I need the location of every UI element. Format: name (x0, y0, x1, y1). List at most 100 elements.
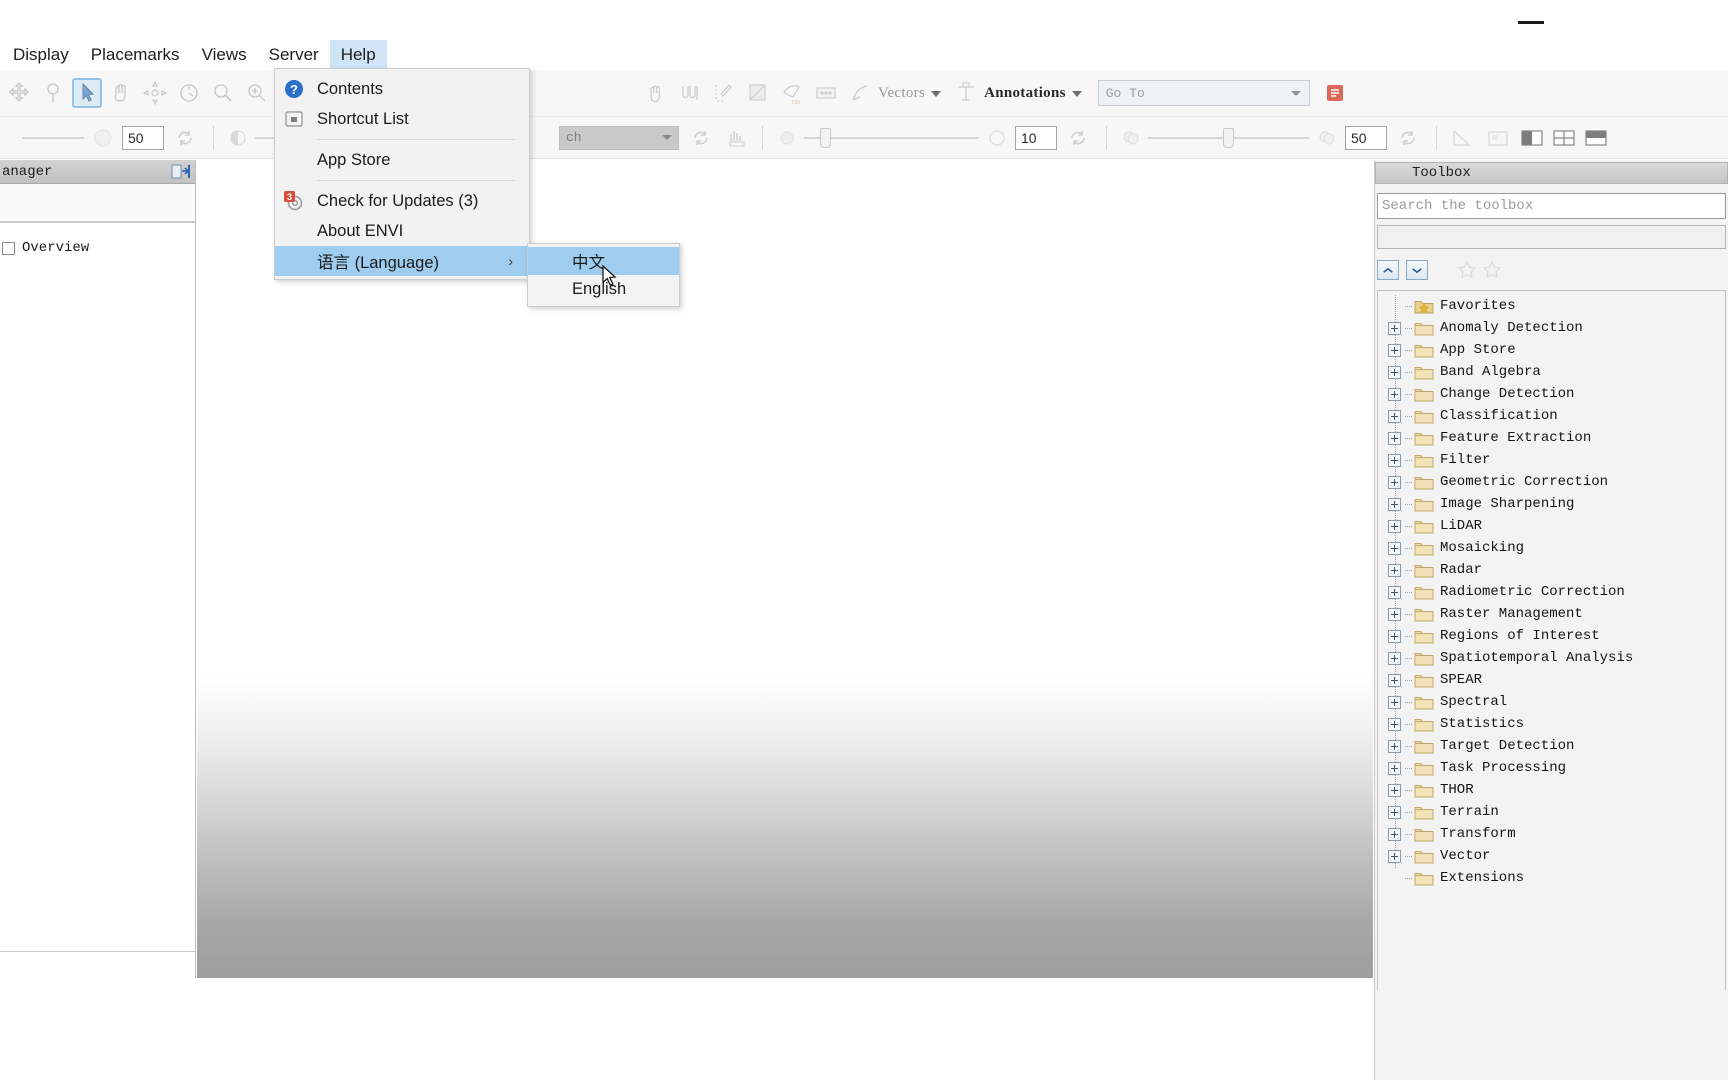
expand-plus-icon[interactable] (1388, 629, 1401, 643)
split-view-grid-icon[interactable] (1551, 125, 1577, 151)
expand-plus-icon[interactable] (1388, 673, 1401, 687)
toolbox-item-change-detection[interactable]: Change Detection (1378, 383, 1725, 405)
menu-views[interactable]: Views (191, 40, 258, 70)
stretch-type-combobox[interactable]: ch (559, 125, 679, 150)
expand-plus-icon[interactable] (1388, 519, 1401, 533)
reset-sharpen-icon[interactable] (1065, 125, 1091, 151)
expand-plus-icon[interactable] (1388, 585, 1401, 599)
expand-plus-icon[interactable] (1388, 365, 1401, 379)
toolbox-item-geometric-correction[interactable]: Geometric Correction (1378, 471, 1725, 493)
reset-transparency-icon[interactable] (172, 125, 198, 151)
crop-hand-icon[interactable] (643, 80, 669, 106)
sharpen-slider-track-right[interactable] (831, 136, 979, 139)
expand-plus-icon[interactable] (1388, 739, 1401, 753)
menu-item-app-store[interactable]: App Store (275, 145, 529, 175)
hand-pan-icon[interactable] (108, 80, 134, 106)
expand-plus-icon[interactable] (1388, 783, 1401, 797)
toolbox-filter-bar[interactable] (1377, 225, 1726, 249)
spectral-profile-icon[interactable] (677, 80, 703, 106)
expand-plus-icon[interactable] (1388, 717, 1401, 731)
layer-node-overview[interactable]: Overview (0, 237, 195, 259)
menu-item-check-for-updates[interactable]: 3 Check for Updates (3) (275, 186, 529, 216)
collapse-all-button[interactable] (1377, 260, 1399, 280)
toolbox-item-terrain[interactable]: Terrain (1378, 801, 1725, 823)
toolbox-item-spatiotemporal-analysis[interactable]: Spatiotemporal Analysis (1378, 647, 1725, 669)
toolbox-item-feature-extraction[interactable]: Feature Extraction (1378, 427, 1725, 449)
expand-plus-icon[interactable] (1388, 563, 1401, 577)
toolbox-item-favorites[interactable]: Favorites (1378, 295, 1725, 317)
expand-plus-icon[interactable] (1388, 849, 1401, 863)
blur-icon[interactable] (1118, 125, 1144, 151)
transparency-slider-track[interactable] (22, 136, 84, 139)
transparency-value-field[interactable]: 50 (122, 125, 164, 150)
toolbox-item-image-sharpening[interactable]: Image Sharpening (1378, 493, 1725, 515)
stretch-chevron-down-icon[interactable] (656, 135, 678, 140)
zoom-in-icon[interactable] (244, 80, 270, 106)
toolbox-item-spear[interactable]: SPEAR (1378, 669, 1725, 691)
reset-stretch-icon[interactable] (688, 125, 714, 151)
toolbox-item-vector[interactable]: Vector (1378, 845, 1725, 867)
blur-slider-track-left[interactable] (1148, 136, 1223, 139)
menu-server[interactable]: Server (258, 40, 330, 70)
vectors-icon[interactable] (847, 80, 873, 106)
submenu-item-english[interactable]: English (528, 275, 679, 303)
roi-tool-icon[interactable]: roi (779, 80, 805, 106)
submenu-item-chinese[interactable]: 中文 (528, 247, 679, 275)
blur-slider-track-right[interactable] (1234, 136, 1309, 139)
zoom-fit-icon[interactable] (210, 80, 236, 106)
sharpen-slider-thumb[interactable] (820, 127, 831, 148)
transparency-icon[interactable] (90, 125, 116, 151)
expand-plus-icon[interactable] (1388, 541, 1401, 555)
expand-all-button[interactable] (1406, 260, 1428, 280)
expand-plus-icon[interactable] (1388, 453, 1401, 467)
layer-tree[interactable]: Overview (0, 222, 195, 952)
blur-value-icon[interactable] (1314, 125, 1340, 151)
portal-window-icon[interactable] (1485, 125, 1511, 151)
menu-item-contents[interactable]: ? Contents (275, 74, 529, 104)
toolbox-item-radiometric-correction[interactable]: Radiometric Correction (1378, 581, 1725, 603)
vectors-label[interactable]: Vectors (878, 85, 925, 102)
overview-checkbox[interactable] (2, 241, 15, 255)
menu-help[interactable]: Help (329, 40, 387, 70)
expand-plus-icon[interactable] (1388, 387, 1401, 401)
toolbox-item-transform[interactable]: Transform (1378, 823, 1725, 845)
expand-plus-icon[interactable] (1388, 805, 1401, 819)
sharpen-value-field[interactable]: 10 (1015, 125, 1057, 150)
rotate-view-icon[interactable] (176, 80, 202, 106)
toolbox-tree[interactable]: Favorites Anomaly Detection App Store Band … (1377, 290, 1726, 990)
select-arrow-icon[interactable] (72, 78, 102, 108)
minimize-button[interactable] (1514, 12, 1548, 32)
expand-plus-icon[interactable] (1388, 827, 1401, 841)
menu-item-shortcut-list[interactable]: Shortcut List (275, 104, 529, 134)
expand-plus-icon[interactable] (1388, 607, 1401, 621)
location-pin-icon[interactable] (40, 80, 66, 106)
toolbox-item-app-store[interactable]: App Store (1378, 339, 1725, 361)
toolbox-item-thor[interactable]: THOR (1378, 779, 1725, 801)
sharpen-icon[interactable] (774, 125, 800, 151)
expand-plus-icon[interactable] (1388, 409, 1401, 423)
goto-combobox[interactable]: Go To (1097, 80, 1310, 106)
menu-display[interactable]: Display (2, 40, 80, 70)
fly-navigate-icon[interactable] (142, 80, 168, 106)
toolbox-item-filter[interactable]: Filter (1378, 449, 1725, 471)
expand-plus-icon[interactable] (1388, 761, 1401, 775)
toolbox-item-spectral[interactable]: Spectral (1378, 691, 1725, 713)
annotations-icon[interactable] (953, 80, 979, 106)
blur-value-field[interactable]: 50 (1345, 125, 1387, 150)
split-view-horizontal-icon[interactable] (1583, 125, 1609, 151)
image-view-canvas[interactable] (197, 160, 1373, 978)
expand-plus-icon[interactable] (1388, 651, 1401, 665)
vectors-dropdown-caret-icon[interactable] (931, 91, 942, 97)
expand-plus-icon[interactable] (1388, 475, 1401, 489)
toolbox-item-mosaicking[interactable]: Mosaicking (1378, 537, 1725, 559)
toolbox-item-regions-of-interest[interactable]: Regions of Interest (1378, 625, 1725, 647)
expand-plus-icon[interactable] (1388, 321, 1401, 335)
brightness-icon[interactable] (225, 125, 251, 151)
check-updates-toolbar-icon[interactable] (1322, 80, 1348, 106)
sharpen-value-icon[interactable] (984, 125, 1010, 151)
expand-plus-icon[interactable] (1388, 497, 1401, 511)
toolbox-search-field[interactable]: Search the toolbox (1377, 193, 1726, 219)
expand-plus-icon[interactable] (1388, 343, 1401, 357)
toolbox-item-anomaly-detection[interactable]: Anomaly Detection (1378, 317, 1725, 339)
toolbox-item-extensions[interactable]: Extensions (1378, 867, 1725, 889)
